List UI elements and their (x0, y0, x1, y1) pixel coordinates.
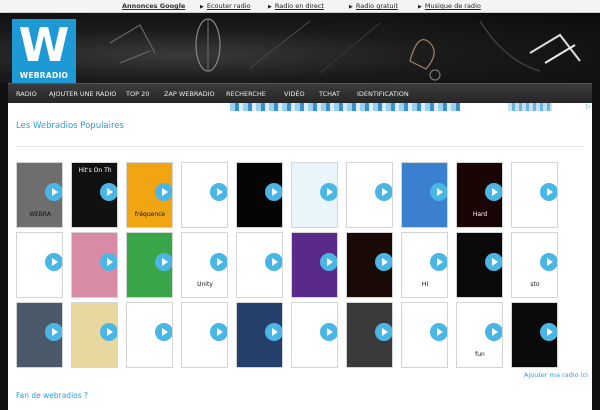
ad-link-musique-de-radio[interactable]: Musique de radio (418, 2, 481, 10)
radio-tile[interactable] (16, 302, 63, 368)
play-icon[interactable] (320, 253, 337, 271)
radio-tile[interactable] (346, 162, 393, 228)
radio-tile[interactable] (511, 302, 558, 368)
radio-tile-label: fréquence (134, 211, 166, 218)
play-icon[interactable] (265, 323, 282, 341)
radio-tile[interactable] (346, 232, 393, 298)
radio-tile[interactable] (236, 302, 283, 368)
radio-tile[interactable] (346, 302, 393, 368)
play-icon[interactable] (155, 253, 172, 271)
add-radio-link[interactable]: Ajouter ma radio ici (524, 371, 588, 379)
logo-letter: W (18, 18, 70, 72)
radio-tile[interactable]: Hit's On Th (71, 162, 118, 228)
radio-tile[interactable]: Unity (181, 232, 228, 298)
google-ads-bar: Annonces Google Ecouter radio Radio en d… (0, 0, 600, 13)
ad-link-radio-gratuit[interactable]: Radio gratuit (349, 2, 398, 10)
radio-tile[interactable] (401, 302, 448, 368)
radio-tile[interactable] (16, 232, 63, 298)
play-icon[interactable] (320, 183, 337, 201)
webradio-logo[interactable]: W WEBRADIO (12, 19, 76, 83)
nav-radio[interactable]: RADIO (16, 90, 37, 98)
radio-tile[interactable] (236, 162, 283, 228)
header-decoration-image (109, 18, 581, 81)
play-icon[interactable] (430, 253, 447, 271)
radio-tile[interactable]: fun (456, 302, 503, 368)
nav-ajouter-une-radio[interactable]: AJOUTER UNE RADIO (49, 90, 116, 98)
radio-tile-label: Unity (197, 281, 213, 288)
fan-section-title: Fan de webradios ? (16, 391, 89, 400)
radio-tile-label: Hard (472, 211, 488, 218)
radio-tile[interactable]: fréquence (126, 162, 173, 228)
play-icon[interactable] (375, 253, 392, 271)
radio-tile-label: WEBRA (29, 211, 51, 218)
nav-identification[interactable]: IDENTIFICATION (357, 90, 409, 98)
main-nav: RADIO AJOUTER UNE RADIO TOP 20 ZAP WEBRA… (8, 83, 592, 103)
radio-tile-label: fun (475, 351, 485, 358)
site-header: W WEBRADIO (0, 13, 600, 83)
play-icon[interactable] (540, 253, 557, 271)
play-icon[interactable] (485, 253, 502, 271)
play-icon[interactable] (320, 323, 337, 341)
radio-tile[interactable] (456, 232, 503, 298)
play-icon[interactable] (375, 323, 392, 341)
radio-tile[interactable]: sto (511, 232, 558, 298)
nav-top-20[interactable]: TOP 20 (126, 90, 149, 98)
radio-tile[interactable]: HI (401, 232, 448, 298)
play-icon[interactable] (155, 183, 172, 201)
radio-tile[interactable] (181, 302, 228, 368)
radio-tile[interactable] (401, 162, 448, 228)
play-icon[interactable] (45, 183, 62, 201)
section-divider (16, 146, 584, 147)
play-icon[interactable] (375, 183, 392, 201)
radio-tile[interactable] (291, 162, 338, 228)
play-icon[interactable] (430, 183, 447, 201)
play-icon[interactable] (430, 323, 447, 341)
play-icon[interactable] (265, 183, 282, 201)
play-icon[interactable] (540, 183, 557, 201)
play-icon[interactable] (45, 323, 62, 341)
play-icon[interactable] (100, 253, 117, 271)
main-content: Les Webradios Populaires WEBRA Hit's On T… (8, 111, 592, 410)
play-icon[interactable] (210, 253, 227, 271)
play-icon[interactable] (265, 253, 282, 271)
play-icon[interactable] (540, 323, 557, 341)
radio-tile[interactable] (291, 302, 338, 368)
section-title: Les Webradios Populaires (16, 121, 124, 131)
ad-link-ecouter-radio[interactable]: Ecouter radio (200, 2, 251, 10)
radio-tile-label: sto (530, 281, 540, 288)
play-icon[interactable] (210, 183, 227, 201)
play-icon[interactable] (100, 183, 117, 201)
radio-tile[interactable] (71, 232, 118, 298)
play-icon[interactable] (155, 323, 172, 341)
radio-tile[interactable] (291, 232, 338, 298)
play-icon[interactable] (210, 323, 227, 341)
ad-banner[interactable]: ▷ (8, 103, 592, 111)
logo-text: WEBRADIO (19, 71, 69, 80)
radio-tile[interactable] (511, 162, 558, 228)
radio-tile[interactable]: WEBRA (16, 162, 63, 228)
radio-tile[interactable] (181, 162, 228, 228)
play-icon[interactable] (100, 323, 117, 341)
ad-info-icon[interactable]: ▷ (585, 103, 592, 110)
radio-tile-label: HI (421, 281, 429, 288)
radio-tile[interactable] (126, 232, 173, 298)
play-icon[interactable] (485, 323, 502, 341)
nav-tchat[interactable]: TCHAT (319, 90, 340, 98)
ads-label[interactable]: Annonces Google (122, 2, 185, 10)
ad-banner-image (230, 103, 460, 111)
radio-tile[interactable]: Hard (456, 162, 503, 228)
nav-video[interactable]: VIDÉO (284, 90, 305, 98)
radio-tile[interactable] (236, 232, 283, 298)
radio-tile[interactable] (71, 302, 118, 368)
play-icon[interactable] (485, 183, 502, 201)
play-icon[interactable] (45, 253, 62, 271)
radio-tile[interactable] (126, 302, 173, 368)
nav-recherche[interactable]: RECHERCHE (226, 90, 266, 98)
ad-banner-image-2 (508, 103, 552, 111)
ad-link-radio-en-direct[interactable]: Radio en direct (268, 2, 324, 10)
radio-tile-label: Hit's On Th (78, 167, 112, 174)
nav-zap-webradio[interactable]: ZAP WEBRADIO (164, 90, 215, 98)
